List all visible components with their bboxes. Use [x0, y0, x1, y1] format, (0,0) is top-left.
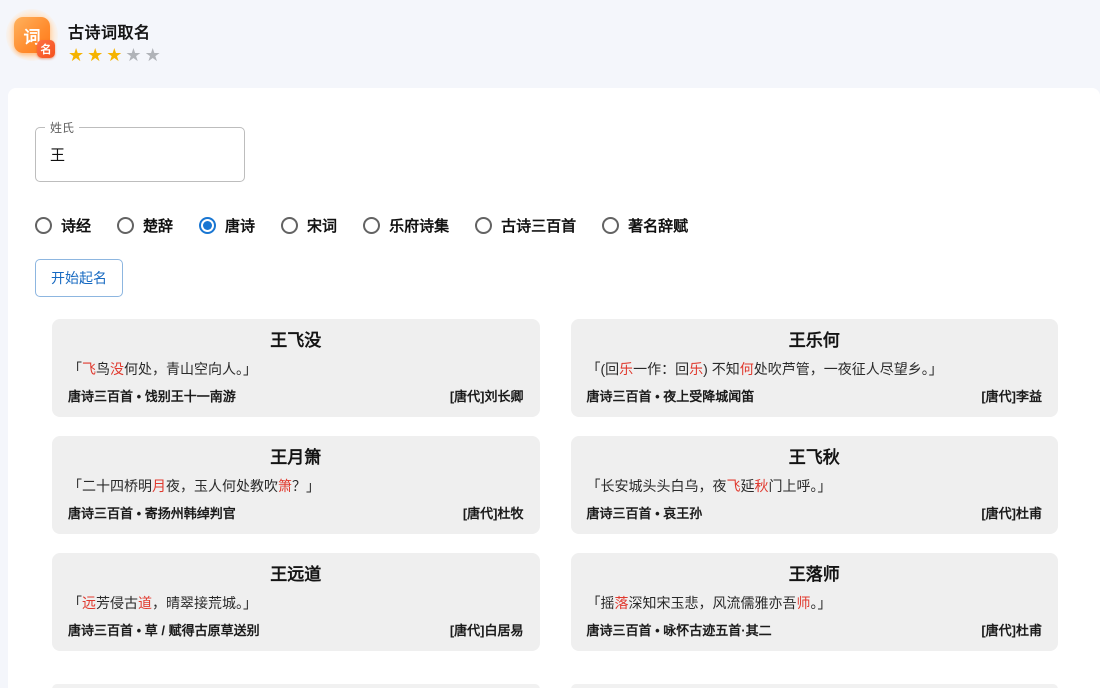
card-meta-row: 唐诗三百首 • 寄扬州韩绰判官 [唐代]杜牧 [68, 505, 524, 523]
radio-button-icon[interactable] [363, 217, 380, 234]
category-radio-4[interactable]: 宋词 [281, 215, 337, 236]
result-card[interactable]: 王飞秋「长安城头头白乌，夜飞延秋门上呼。」唐诗三百首 • 哀王孙 [唐代]杜甫 [571, 436, 1059, 534]
poem-verse: 「远芳侵古道，晴翠接荒城。」 [68, 593, 524, 613]
poem-author: [唐代]杜甫 [981, 505, 1042, 523]
rating-stars: ★★★★★ [68, 46, 164, 64]
generated-name: 王远道 [68, 562, 524, 588]
app-logo-icon: 词 名 [9, 12, 55, 58]
start-naming-button[interactable]: 开始起名 [35, 259, 123, 297]
poem-source: 唐诗三百首 • 夜上受降城闻笛 [587, 388, 755, 406]
result-card-partial [52, 684, 540, 688]
star-icon: ★ [125, 45, 144, 65]
poem-author: [唐代]杜牧 [463, 505, 524, 523]
poem-author: [唐代]刘长卿 [450, 388, 524, 406]
logo-badge: 名 [37, 40, 55, 58]
poem-author: [唐代]杜甫 [981, 622, 1042, 640]
card-meta-row: 唐诗三百首 • 草 / 赋得古原草送别 [唐代]白居易 [68, 622, 524, 640]
generated-name: 王飞没 [68, 328, 524, 354]
poem-verse: 「长安城头头白乌，夜飞延秋门上呼。」 [587, 476, 1043, 496]
radio-label: 乐府诗集 [389, 215, 449, 236]
card-meta-row: 唐诗三百首 • 夜上受降城闻笛 [唐代]李益 [587, 388, 1043, 406]
result-card[interactable]: 王乐何「(回乐一作：回乐) 不知何处吹芦管，一夜征人尽望乡。」唐诗三百首 • 夜… [571, 319, 1059, 417]
surname-field[interactable]: 姓氏 [35, 127, 245, 182]
radio-button-icon[interactable] [199, 217, 216, 234]
card-meta-row: 唐诗三百首 • 哀王孙 [唐代]杜甫 [587, 505, 1043, 523]
category-radio-3[interactable]: 唐诗 [199, 215, 255, 236]
radio-button-icon[interactable] [602, 217, 619, 234]
radio-label: 宋词 [307, 215, 337, 236]
result-card[interactable]: 王月箫「二十四桥明月夜，玉人何处教吹箫？」唐诗三百首 • 寄扬州韩绰判官 [唐代]… [52, 436, 540, 534]
category-radio-group: 诗经 楚辞 唐诗 宋词 乐府诗集 古诗三百首 著名辞赋 [35, 215, 1058, 236]
radio-label: 诗经 [61, 215, 91, 236]
poem-verse: 「(回乐一作：回乐) 不知何处吹芦管，一夜征人尽望乡。」 [587, 359, 1043, 379]
card-meta-row: 唐诗三百首 • 饯别王十一南游 [唐代]刘长卿 [68, 388, 524, 406]
radio-button-icon[interactable] [475, 217, 492, 234]
generated-name: 王乐何 [587, 328, 1043, 354]
star-icon: ★ [145, 45, 164, 65]
generated-name: 王月箫 [68, 445, 524, 471]
category-radio-7[interactable]: 著名辞赋 [602, 215, 688, 236]
header-text: 古诗词取名 ★★★★★ [68, 12, 164, 64]
generated-name: 王落师 [587, 562, 1043, 588]
poem-source: 唐诗三百首 • 寄扬州韩绰判官 [68, 505, 236, 523]
star-icon: ★ [106, 45, 125, 65]
radio-label: 楚辞 [143, 215, 173, 236]
poem-source: 唐诗三百首 • 饯别王十一南游 [68, 388, 236, 406]
result-card[interactable]: 王远道「远芳侵古道，晴翠接荒城。」唐诗三百首 • 草 / 赋得古原草送别 [唐代]… [52, 553, 540, 651]
radio-button-icon[interactable] [117, 217, 134, 234]
star-icon: ★ [68, 45, 87, 65]
generated-name: 王飞秋 [587, 445, 1043, 471]
poem-author: [唐代]李益 [981, 388, 1042, 406]
poem-source: 唐诗三百首 • 咏怀古迹五首·其二 [587, 622, 772, 640]
radio-button-icon[interactable] [281, 217, 298, 234]
result-card[interactable]: 王飞没「飞鸟没何处，青山空向人。」唐诗三百首 • 饯别王十一南游 [唐代]刘长卿 [52, 319, 540, 417]
category-radio-1[interactable]: 诗经 [35, 215, 91, 236]
result-card[interactable]: 王落师「摇落深知宋玉悲，风流儒雅亦吾师。」唐诗三百首 • 咏怀古迹五首·其二 [唐… [571, 553, 1059, 651]
radio-label: 著名辞赋 [628, 215, 688, 236]
radio-label: 古诗三百首 [501, 215, 576, 236]
category-radio-2[interactable]: 楚辞 [117, 215, 173, 236]
card-meta-row: 唐诗三百首 • 咏怀古迹五首·其二 [唐代]杜甫 [587, 622, 1043, 640]
app-header: 词 名 古诗词取名 ★★★★★ [0, 0, 1100, 88]
surname-field-label: 姓氏 [45, 119, 79, 136]
category-radio-5[interactable]: 乐府诗集 [363, 215, 449, 236]
radio-label: 唐诗 [225, 215, 255, 236]
poem-verse: 「二十四桥明月夜，玉人何处教吹箫？」 [68, 476, 524, 496]
poem-source: 唐诗三百首 • 草 / 赋得古原草送别 [68, 622, 260, 640]
poem-verse: 「飞鸟没何处，青山空向人。」 [68, 359, 524, 379]
star-icon: ★ [87, 45, 106, 65]
category-radio-6[interactable]: 古诗三百首 [475, 215, 576, 236]
radio-button-icon[interactable] [35, 217, 52, 234]
result-card-partial [571, 684, 1059, 688]
main-panel: 姓氏 诗经 楚辞 唐诗 宋词 乐府诗集 古诗三百首 著名辞赋 开始起名 王飞没「飞鸟没何处，… [8, 88, 1100, 688]
app-title: 古诗词取名 [68, 19, 164, 43]
poem-source: 唐诗三百首 • 哀王孙 [587, 505, 703, 523]
results-grid: 王飞没「飞鸟没何处，青山空向人。」唐诗三百首 • 饯别王十一南游[唐代]刘长卿王… [52, 319, 1058, 651]
next-results-row [52, 684, 1058, 688]
poem-author: [唐代]白居易 [450, 622, 524, 640]
poem-verse: 「摇落深知宋玉悲，风流儒雅亦吾师。」 [587, 593, 1043, 613]
